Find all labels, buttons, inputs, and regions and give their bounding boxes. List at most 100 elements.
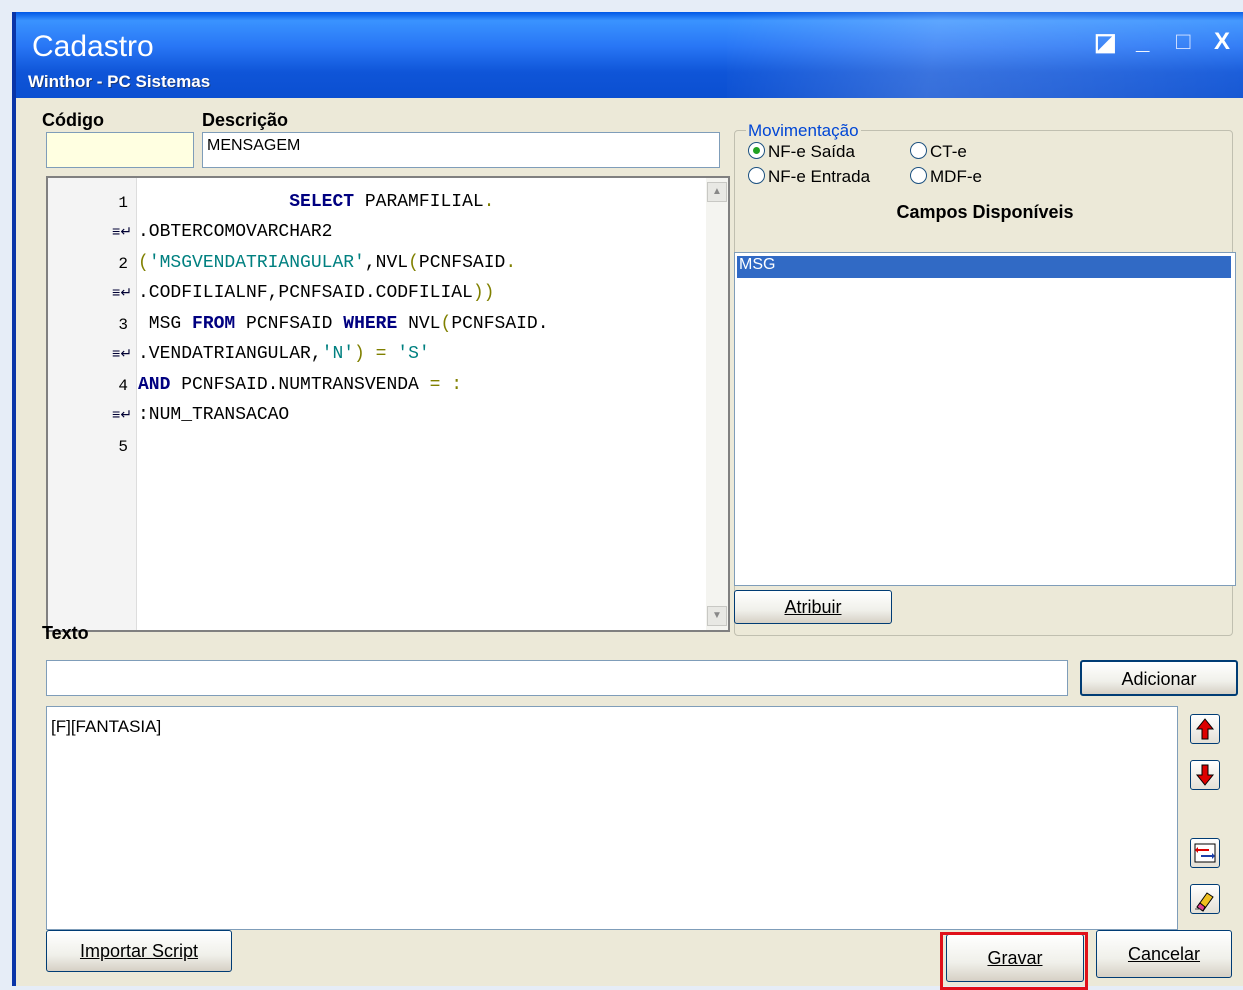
code-line[interactable]: ≡↵ :NUM_TRANSACAO bbox=[48, 403, 688, 433]
radio-unchecked-icon bbox=[910, 142, 927, 159]
scroll-up-icon[interactable]: ▲ bbox=[707, 182, 727, 202]
sql-token: .CODFILIALNF,PCNFSAID.CODFILIAL bbox=[138, 283, 473, 303]
minimize-icon[interactable]: _ bbox=[1136, 28, 1149, 56]
sql-token: PCNFSAID.NUMTRANSVENDA bbox=[170, 375, 430, 395]
radio-label: MDF-e bbox=[930, 167, 982, 186]
word-wrap-icon: ≡↵ bbox=[112, 408, 133, 424]
campos-disponiveis-label: Campos Disponíveis bbox=[896, 202, 1074, 222]
radio-unchecked-icon bbox=[748, 167, 765, 184]
radio-nfe-entrada[interactable]: NF-e Entrada bbox=[748, 167, 870, 187]
radio-cte[interactable]: CT-e bbox=[910, 142, 967, 162]
swap-button[interactable] bbox=[1190, 838, 1220, 868]
sql-token: .OBTERCOMOVARCHAR2 bbox=[138, 222, 333, 242]
sql-token: = : bbox=[429, 375, 463, 395]
sql-string: 'N' bbox=[321, 344, 355, 364]
line-number: 3 bbox=[118, 316, 128, 334]
sql-string: 'S' bbox=[397, 344, 430, 364]
texto-input[interactable] bbox=[46, 660, 1068, 696]
cancelar-label: Cancelar bbox=[1127, 944, 1201, 964]
sql-token: ( bbox=[138, 253, 149, 273]
sql-token: )) bbox=[472, 283, 495, 303]
importar-script-button[interactable]: Importar Script bbox=[46, 930, 232, 972]
campos-listbox[interactable]: MSG bbox=[734, 252, 1236, 586]
scroll-down-icon[interactable]: ▼ bbox=[707, 606, 727, 626]
line-number: 1 bbox=[118, 194, 128, 212]
importar-label: Importar Script bbox=[79, 941, 199, 961]
radio-nfe-saida[interactable]: NF-e Saída bbox=[748, 142, 855, 162]
restore-icon[interactable]: ◪ bbox=[1094, 28, 1117, 57]
radio-label: CT-e bbox=[930, 142, 967, 161]
sql-token: PCNFSAID bbox=[418, 253, 506, 273]
gravar-highlight bbox=[940, 932, 1088, 990]
code-line[interactable]: ≡↵ .CODFILIALNF,PCNFSAID.CODFILIAL)) bbox=[48, 281, 688, 311]
code-text: .VENDATRIANGULAR,'N') = 'S' bbox=[138, 344, 430, 364]
codigo-label: Código bbox=[42, 110, 104, 130]
clear-button[interactable] bbox=[1190, 884, 1220, 914]
maximize-icon[interactable]: □ bbox=[1176, 28, 1191, 56]
code-line[interactable]: ≡↵ .VENDATRIANGULAR,'N') = 'S' bbox=[48, 342, 688, 372]
movimentacao-legend: Movimentação bbox=[746, 121, 861, 141]
code-text: :NUM_TRANSACAO bbox=[138, 405, 289, 425]
window-title: Cadastro bbox=[32, 30, 154, 63]
radio-checked-icon bbox=[748, 142, 765, 159]
sql-token: PCNFSAID bbox=[235, 314, 344, 334]
code-line[interactable]: 1 SELECT PARAMFILIAL. bbox=[48, 190, 688, 220]
cancelar-button[interactable]: Cancelar bbox=[1096, 930, 1232, 978]
move-up-button[interactable] bbox=[1190, 714, 1220, 744]
code-text: .CODFILIALNF,PCNFSAID.CODFILIAL)) bbox=[138, 283, 494, 303]
atribuir-button[interactable]: Atribuir bbox=[734, 590, 892, 624]
sql-token: . bbox=[483, 192, 495, 212]
sql-keyword: FROM bbox=[192, 314, 236, 334]
sql-token: MSG bbox=[138, 314, 193, 334]
code-text: MSG FROM PCNFSAID WHERE NVL(PCNFSAID. bbox=[138, 314, 549, 334]
list-item[interactable]: MSG bbox=[737, 256, 1231, 278]
code-text: .OBTERCOMOVARCHAR2 bbox=[138, 222, 332, 242]
code-line[interactable]: 3 MSG FROM PCNFSAID WHERE NVL(PCNFSAID. bbox=[48, 312, 688, 342]
code-line[interactable]: 2 ('MSGVENDATRIANGULAR',NVL(PCNFSAID. bbox=[48, 251, 688, 281]
radio-label: NF-e Saída bbox=[768, 142, 855, 161]
swap-icon bbox=[1194, 843, 1216, 863]
eraser-icon bbox=[1195, 892, 1214, 912]
sql-token: ,NVL bbox=[364, 253, 409, 273]
code-line[interactable]: 5 bbox=[48, 434, 688, 464]
code-line[interactable]: 4 AND PCNFSAID.NUMTRANSVENDA = : bbox=[48, 373, 688, 403]
editor-scrollbar[interactable]: ▲ ▼ bbox=[706, 178, 728, 630]
sql-token: ( bbox=[440, 314, 452, 334]
arrow-down-icon bbox=[1195, 764, 1215, 786]
sql-token: NVL bbox=[397, 314, 441, 334]
word-wrap-icon: ≡↵ bbox=[112, 286, 133, 302]
sql-keyword: SELECT bbox=[289, 192, 355, 212]
sql-editor[interactable]: 1 SELECT PARAMFILIAL. ≡↵ .OBTERCOMOVARCHAR… bbox=[46, 176, 730, 632]
word-wrap-icon: ≡↵ bbox=[112, 347, 133, 363]
texto-label: Texto bbox=[42, 623, 89, 643]
sql-token: ) = bbox=[354, 344, 398, 364]
codigo-input[interactable] bbox=[46, 132, 194, 168]
sql-token: . bbox=[505, 253, 517, 273]
window-subtitle: Winthor - PC Sistemas bbox=[28, 72, 211, 91]
radio-mdfe[interactable]: MDF-e bbox=[910, 167, 982, 187]
line-number: 5 bbox=[118, 438, 128, 456]
line-number: 4 bbox=[118, 377, 128, 395]
title-bar[interactable]: Cadastro Winthor - PC Sistemas ◪ _ □ X bbox=[16, 12, 1243, 98]
sql-token: .VENDATRIANGULAR, bbox=[138, 344, 322, 364]
code-text: ('MSGVENDATRIANGULAR',NVL(PCNFSAID. bbox=[138, 253, 516, 273]
texto-content-area[interactable]: [F][FANTASIA] bbox=[46, 706, 1178, 930]
radio-label: NF-e Entrada bbox=[768, 167, 871, 186]
atribuir-label: Atribuir bbox=[784, 597, 842, 617]
sql-token: PARAMFILIAL bbox=[354, 192, 484, 212]
radio-unchecked-icon bbox=[910, 167, 927, 184]
code-line[interactable]: ≡↵ .OBTERCOMOVARCHAR2 bbox=[48, 220, 688, 250]
sql-string: 'MSGVENDATRIANGULAR' bbox=[148, 253, 365, 273]
sql-token: PCNFSAID. bbox=[451, 314, 549, 334]
sql-token: :NUM_TRANSACAO bbox=[138, 405, 290, 425]
descricao-input[interactable]: MENSAGEM bbox=[202, 132, 720, 168]
sql-keyword: AND bbox=[138, 375, 171, 395]
close-icon[interactable]: X bbox=[1214, 28, 1230, 56]
sql-keyword: WHERE bbox=[343, 314, 398, 334]
move-down-button[interactable] bbox=[1190, 760, 1220, 790]
adicionar-button[interactable]: Adicionar bbox=[1080, 660, 1238, 696]
code-text: AND PCNFSAID.NUMTRANSVENDA = : bbox=[138, 375, 462, 395]
word-wrap-icon: ≡↵ bbox=[112, 225, 133, 241]
code-text: SELECT PARAMFILIAL. bbox=[138, 192, 494, 212]
